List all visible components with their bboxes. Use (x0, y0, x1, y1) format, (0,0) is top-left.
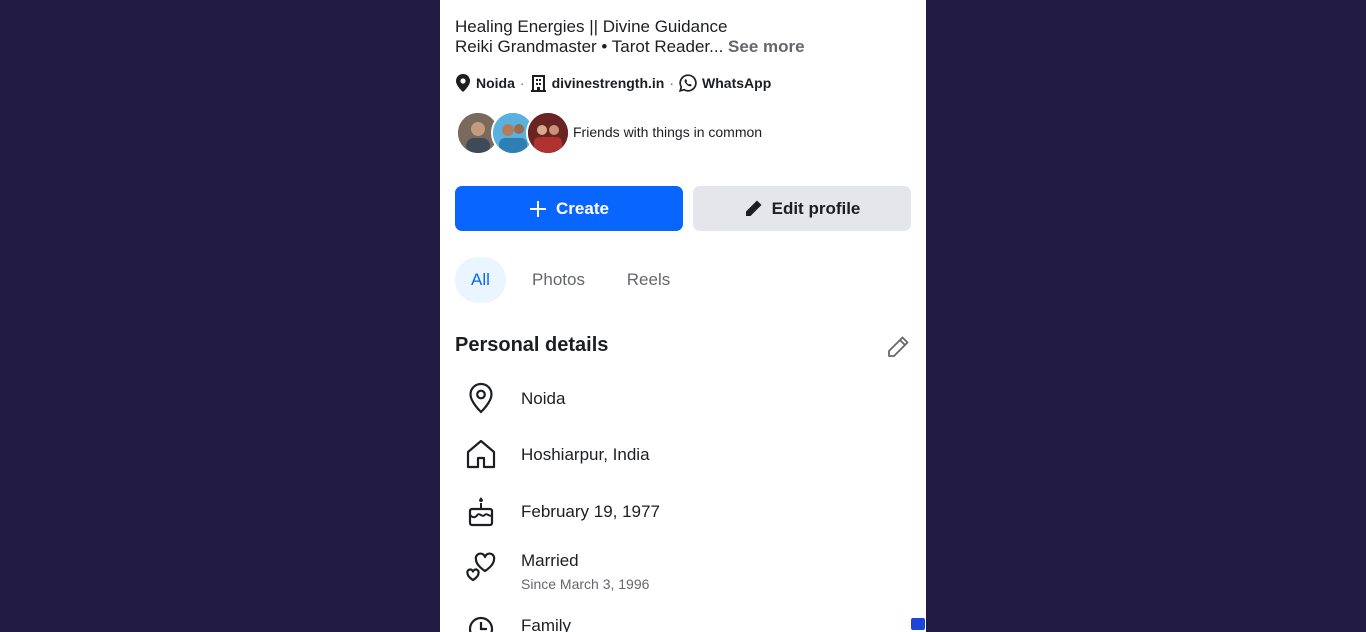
plus-icon (529, 200, 547, 218)
home-icon (464, 437, 498, 471)
profile-panel: Healing Energies || Divine Guidance Reik… (440, 0, 926, 632)
detail-relationship-since: Since March 3, 1996 (521, 576, 650, 592)
see-more-link[interactable]: See more (728, 37, 805, 56)
meta-website-link[interactable]: divinestrength.in (552, 75, 665, 91)
meta-separator: · (519, 75, 525, 91)
friends-in-common-text[interactable]: Friends with things in common (573, 124, 762, 140)
detail-birthday: February 19, 1977 (521, 502, 660, 521)
edit-details-pencil-icon[interactable] (886, 335, 910, 359)
create-button-label: Create (556, 198, 609, 218)
tab-all[interactable]: All (455, 257, 506, 303)
bio-line-2-text: Reiki Grandmaster • Tarot Reader... (455, 37, 724, 56)
detail-family: Family (521, 616, 572, 632)
friends-avatar-stack[interactable] (456, 111, 570, 155)
hearts-icon (464, 550, 498, 584)
location-pin-icon (455, 74, 471, 92)
friend-avatar-3 (526, 111, 570, 155)
tab-reels[interactable]: Reels (612, 257, 685, 303)
edit-profile-button[interactable]: Edit profile (693, 186, 911, 231)
website-building-icon (530, 74, 547, 92)
bio-line-1: Healing Energies || Divine Guidance (455, 17, 728, 36)
meta-whatsapp-link[interactable]: WhatsApp (702, 75, 771, 91)
detail-relationship: Married (521, 551, 579, 570)
detail-current-city: Noida (521, 389, 566, 408)
personal-details-title: Personal details (455, 334, 609, 356)
meta-location[interactable]: Noida (476, 75, 515, 91)
meta-separator: · (669, 75, 675, 91)
family-icon (464, 612, 498, 632)
location-pin-icon (464, 381, 498, 415)
edit-profile-button-label: Edit profile (771, 198, 861, 218)
whatsapp-icon (679, 74, 697, 92)
birthday-cake-icon (464, 494, 498, 528)
pencil-icon (744, 199, 763, 218)
feedback-badge-icon[interactable] (911, 618, 925, 630)
profile-meta-row: Noida · divinestrength.in · WhatsApp (455, 73, 771, 93)
tab-photos[interactable]: Photos (520, 257, 597, 303)
detail-hometown: Hoshiarpur, India (521, 445, 650, 464)
bio-line-2: Reiki Grandmaster • Tarot Reader... See … (455, 37, 805, 57)
create-button[interactable]: Create (455, 186, 683, 231)
